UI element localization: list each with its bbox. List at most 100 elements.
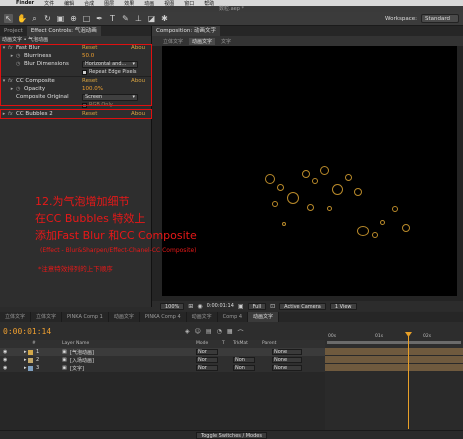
hand-tool-icon[interactable]: ✋ (17, 14, 27, 23)
text-tool-icon[interactable]: T (108, 14, 117, 23)
rotate-tool-icon[interactable]: ↻ (43, 14, 52, 23)
label-color[interactable] (28, 349, 33, 355)
layer-row[interactable]: ◉ ▸ 3 ▣ [文字] Nor Non None (0, 364, 325, 372)
comp-subtab[interactable]: 立体文字 (160, 38, 186, 45)
eye-icon[interactable]: ◉ (3, 357, 7, 363)
comp-subtab[interactable]: 文字 (218, 38, 234, 45)
camera-tool-icon[interactable]: ▣ (56, 14, 65, 23)
bubble-particle (372, 232, 378, 238)
eye-icon[interactable]: ◉ (3, 349, 7, 355)
timeline-tab[interactable]: 动画文字 (109, 312, 140, 322)
parent-select[interactable]: None (272, 357, 302, 363)
layer-track-bar[interactable] (325, 348, 463, 356)
bubble-particle (307, 204, 314, 211)
twirl-right-icon[interactable]: ▸ (24, 357, 27, 363)
view-layout-select[interactable]: 1 View (329, 302, 357, 310)
eraser-tool-icon[interactable]: ◪ (147, 14, 156, 23)
bubble-particle (320, 166, 329, 175)
track-empty-area (325, 372, 463, 430)
tab-project[interactable]: Project (0, 26, 27, 36)
bubble-particle (402, 224, 410, 232)
composition-panel: Composition: 动画文字 立体文字 动画文字 文字 100% ⊞ ◉ … (152, 26, 463, 311)
twirl-right-icon[interactable]: ▸ (24, 365, 27, 371)
layer-number: 2 (36, 357, 40, 363)
bubble-particle (332, 184, 343, 195)
camera-icon[interactable]: ▣ (238, 303, 244, 310)
mode-select[interactable]: Nor (196, 357, 218, 363)
toggle-switches-modes-button[interactable]: Toggle Switches / Modes (196, 432, 267, 439)
motion-blur-icon[interactable]: ◔ (217, 328, 222, 337)
timeline-footer: Toggle Switches / Modes (0, 430, 463, 439)
twirl-right-icon[interactable]: ▸ (24, 349, 27, 355)
timeline-tab[interactable]: Comp 4 (218, 312, 249, 322)
timeline-tab[interactable]: 动画文字 (187, 312, 218, 322)
bubble-particle (282, 222, 286, 226)
mode-select[interactable]: Nor (196, 349, 218, 355)
label-color[interactable] (28, 357, 33, 363)
tab-effect-controls[interactable]: Effect Controls: 气泡动画 (26, 26, 101, 36)
annotation-box-effects (0, 44, 152, 106)
layer-column-header: # Layer Name Mode T TrkMat Parent (0, 340, 325, 348)
comp-icon: ▣ (62, 365, 67, 371)
zoom-select[interactable]: 100% (160, 302, 185, 310)
puppet-tool-icon[interactable]: ✱ (160, 14, 169, 23)
annotation-box-bubbles (0, 109, 152, 119)
layer-name[interactable]: [气泡动画] (70, 349, 94, 356)
graph-editor-icon[interactable]: ⌒ (237, 328, 243, 337)
trkmat-select[interactable]: Non (233, 365, 255, 371)
col-parent: Parent (262, 341, 277, 346)
time-ruler[interactable]: 00s 01s 02s (325, 322, 463, 348)
snapshot-icon[interactable]: ◉ (197, 303, 202, 310)
frame-blend-icon[interactable]: ▤ (206, 328, 212, 337)
camera-select[interactable]: Active Camera (279, 302, 326, 310)
draft-3d-icon[interactable]: ◈ (185, 328, 190, 337)
col-num: # (32, 341, 36, 346)
workspace-label: Workspace: (385, 15, 417, 22)
pen-tool-icon[interactable]: ✒ (95, 14, 104, 23)
shy-icon[interactable]: ☺ (195, 328, 201, 337)
col-t: T (222, 341, 225, 346)
clone-tool-icon[interactable]: ⊥ (134, 14, 143, 23)
layer-list-empty-area (0, 372, 325, 430)
grid-icon[interactable]: ⊞ (188, 303, 193, 310)
comp-icon: ▣ (62, 349, 67, 355)
mode-select[interactable]: Nor (196, 365, 218, 371)
timeline-tab[interactable]: 立体文字 (0, 312, 32, 322)
timecode-display[interactable]: 0:00:01:14 (207, 303, 234, 309)
layer-row[interactable]: ◉ ▸ 2 ▣ [入场动画] Nor Non None (0, 356, 325, 364)
layer-track-bar[interactable] (325, 364, 463, 372)
timeline-tab[interactable]: PINKA Comp 1 (62, 312, 109, 322)
tab-composition[interactable]: Composition: 动画文字 (152, 26, 220, 36)
playhead-line[interactable] (408, 334, 409, 429)
layer-number: 1 (36, 349, 40, 355)
rectangle-tool-icon[interactable]: □ (82, 14, 91, 23)
trkmat-select[interactable]: Non (233, 357, 255, 363)
comp-icon: ▣ (62, 357, 67, 363)
parent-select[interactable]: None (272, 365, 302, 371)
ruler-label: 02s (423, 334, 432, 339)
region-icon[interactable]: ⊡ (270, 303, 275, 310)
timeline-tab[interactable]: PINKA Comp 4 (140, 312, 187, 322)
layer-name[interactable]: [文字] (70, 365, 84, 372)
brainstorm-icon[interactable]: ▦ (227, 328, 233, 337)
layer-row[interactable]: ◉ ▸ 1 ▣ [气泡动画] Nor None (0, 348, 325, 356)
workspace-select[interactable]: Standard (420, 14, 459, 23)
brush-tool-icon[interactable]: ✎ (121, 14, 130, 23)
parent-select[interactable]: None (272, 349, 302, 355)
comp-subtab[interactable]: 动画文字 (189, 37, 216, 45)
eye-icon[interactable]: ◉ (3, 365, 7, 371)
composition-viewer[interactable] (162, 46, 457, 296)
timeline-tab[interactable]: 动画文字 (248, 312, 280, 322)
work-area-bar[interactable] (327, 341, 461, 344)
layer-name[interactable]: [入场动画] (70, 357, 94, 364)
annotation-text: 12.为气泡增加细节 在CC Bubbles 特效上 添加Fast Blur 和… (35, 193, 197, 244)
resolution-select[interactable]: Full (247, 302, 267, 310)
zoom-tool-icon[interactable]: ⌕ (30, 14, 39, 23)
pan-behind-tool-icon[interactable]: ⊕ (69, 14, 78, 23)
selection-tool-icon[interactable]: ↖ (4, 14, 13, 23)
layer-track-bar[interactable] (325, 356, 463, 364)
label-color[interactable] (28, 365, 33, 371)
bubble-particle (327, 206, 332, 211)
timeline-timecode[interactable]: 0:00:01:14 (3, 327, 51, 336)
timeline-tab[interactable]: 立体文字 (31, 312, 63, 322)
